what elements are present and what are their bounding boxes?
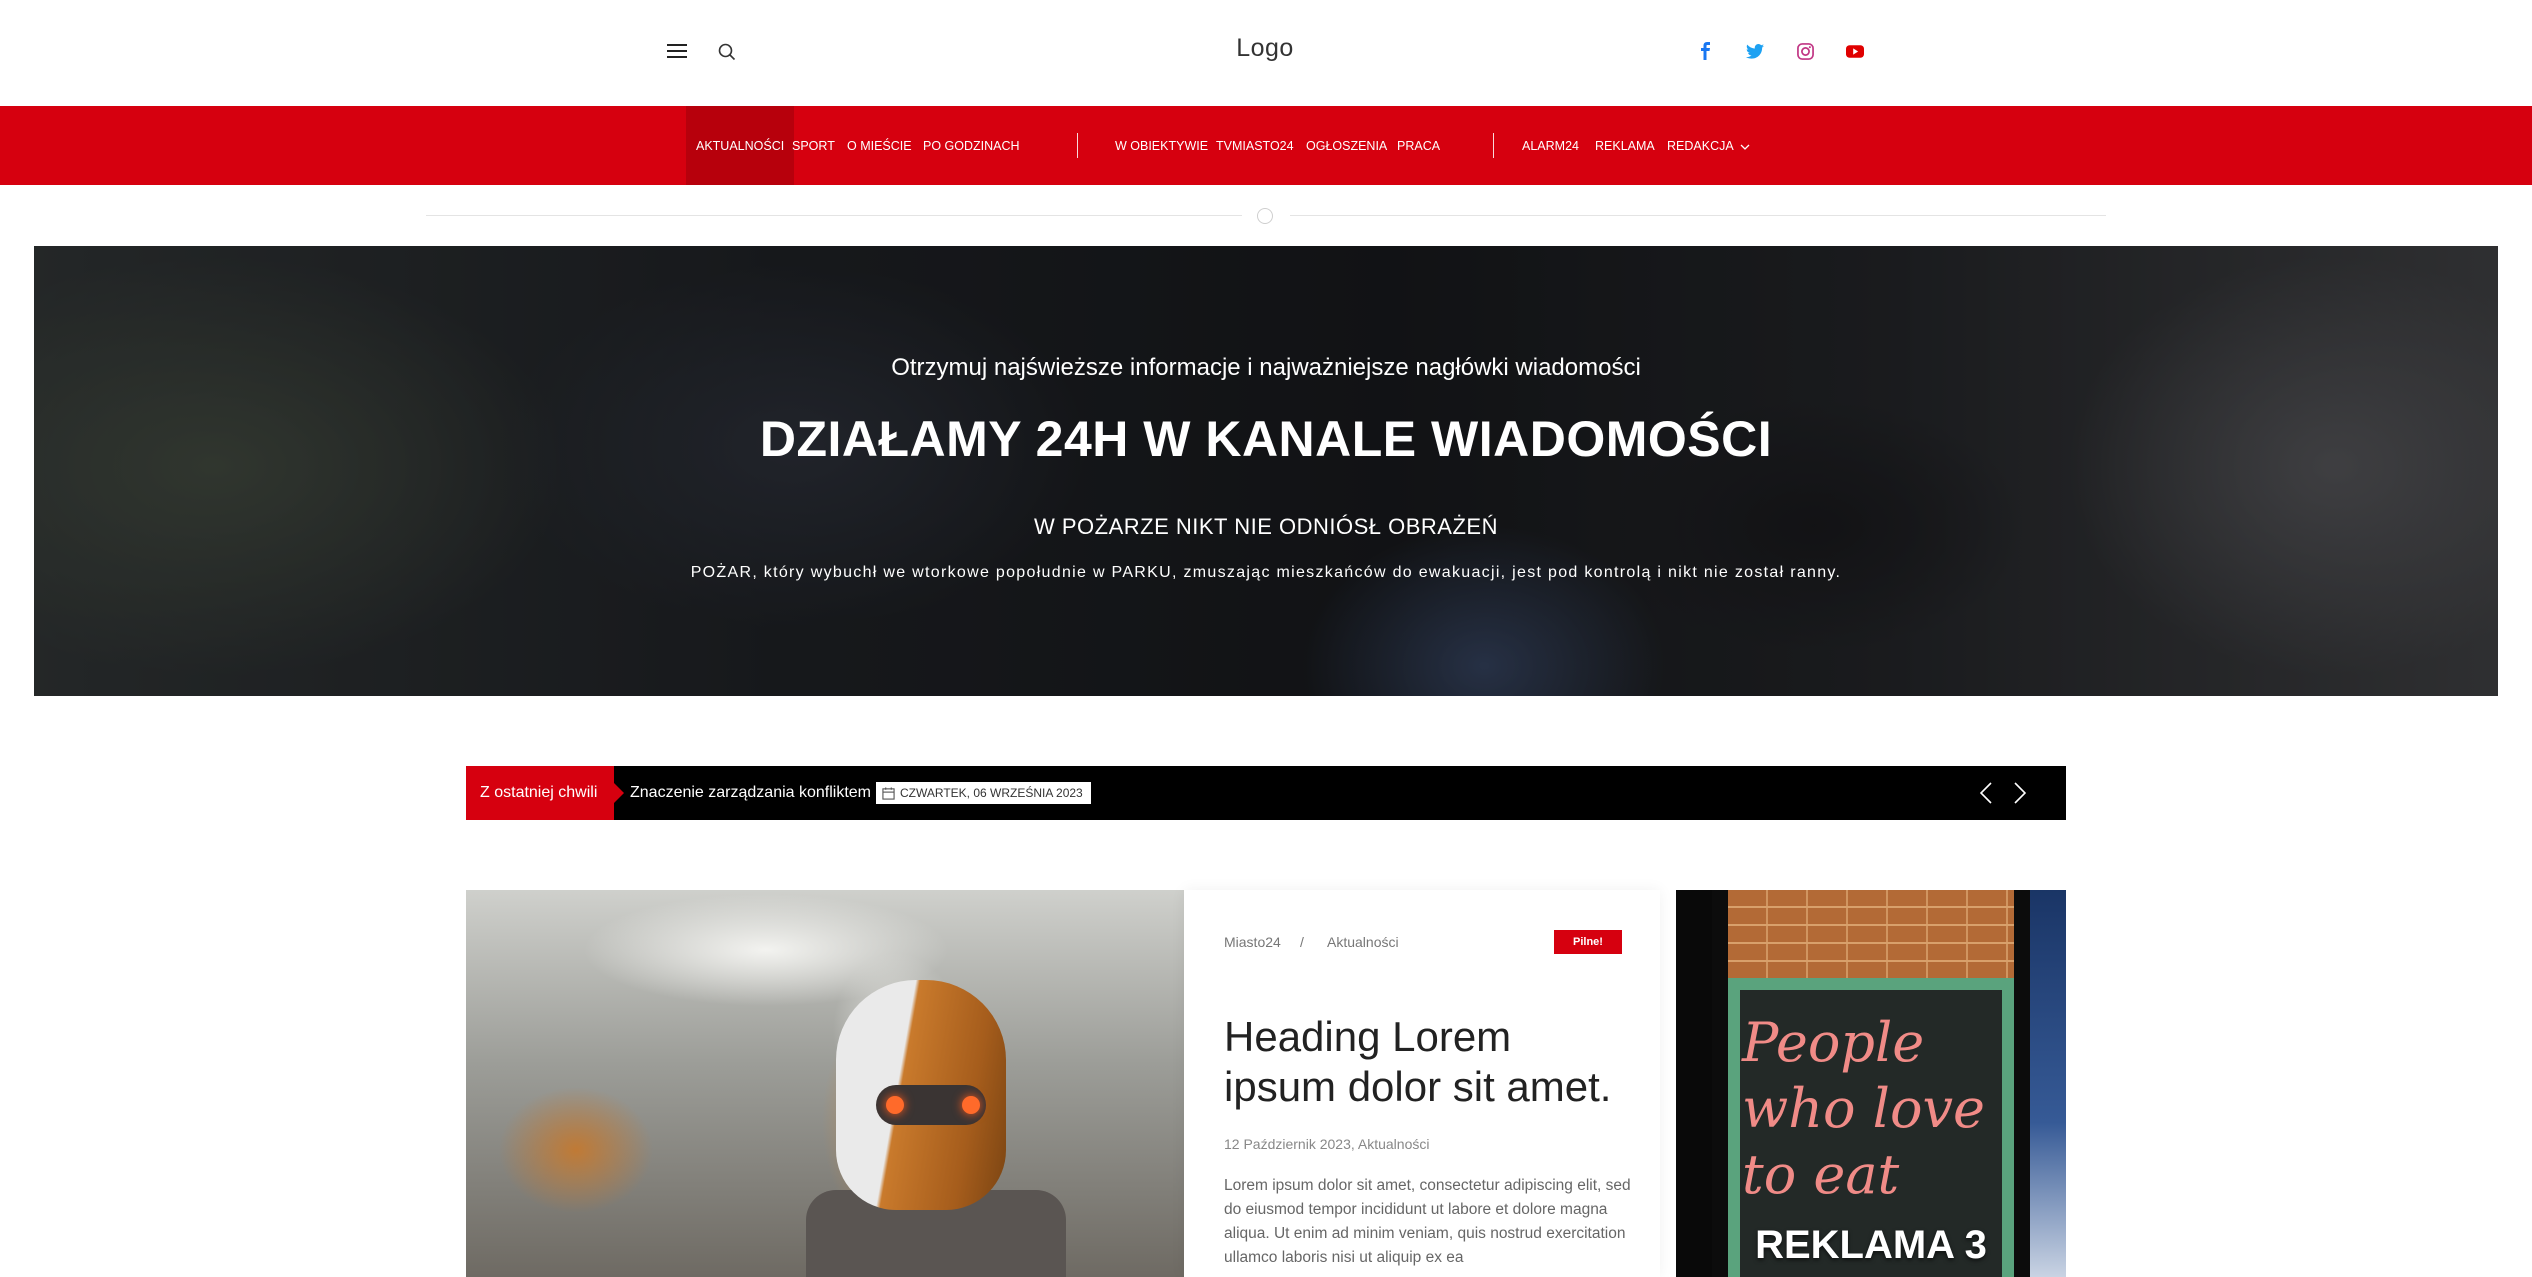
ad-brick-wall	[1728, 890, 2014, 978]
section-divider	[426, 215, 1242, 216]
article-excerpt: Lorem ipsum dolor sit amet, consectetur …	[1224, 1177, 1631, 1266]
ad-label: REKLAMA 3	[1755, 1223, 1987, 1267]
chevron-right-icon[interactable]	[2006, 779, 2034, 807]
nav-item-w-obiektywie[interactable]: W OBIEKTYWIE	[1115, 106, 1208, 185]
nav-item-reklama[interactable]: REKLAMA	[1595, 106, 1655, 185]
nav-item-ogloszenia[interactable]: OGŁOSZENIA	[1306, 106, 1387, 185]
instagram-icon[interactable]	[1790, 36, 1820, 66]
ad-side-panel	[2030, 890, 2066, 1277]
ad-chalk-text: People who love to eat	[1742, 1011, 1985, 1206]
nav-item-po-godzinach[interactable]: PO GODZINACH	[923, 106, 1020, 185]
hero-subtitle: Otrzymuj najświeższe informacje i najważ…	[891, 354, 1641, 381]
chevron-left-icon[interactable]	[1972, 779, 2000, 807]
nav-item-praca[interactable]: PRACA	[1397, 106, 1440, 185]
article-image[interactable]	[466, 890, 1184, 1277]
facebook-icon[interactable]	[1690, 36, 1720, 66]
chevron-down-icon	[1740, 139, 1750, 153]
nav-divider	[1077, 133, 1078, 158]
nav-item-alarm24[interactable]: ALARM24	[1522, 106, 1579, 185]
breadcrumb-home[interactable]: Miasto24	[1224, 934, 1281, 950]
article-meta: 12 Październik 2023, Aktualności	[1224, 1136, 1430, 1152]
section-divider	[1290, 215, 2106, 216]
calendar-icon	[882, 786, 895, 800]
nav-divider	[1493, 133, 1494, 158]
robot-eye-shape	[962, 1096, 980, 1114]
ticker-headline[interactable]: Znaczenie zarządzania konfliktem	[630, 766, 871, 820]
hero-image-overlay	[34, 246, 2498, 696]
ticker-date-text: CZWARTEK, 06 WRZEŚNIA 2023	[900, 786, 1083, 800]
article-title[interactable]: Heading Lorem ipsum dolor sit amet.	[1224, 1012, 1634, 1112]
ticker-date-badge: CZWARTEK, 06 WRZEŚNIA 2023	[876, 782, 1091, 804]
hero-title: DZIAŁAMY 24H W KANALE WIADOMOŚCI	[759, 411, 1773, 467]
nav-item-redakcja[interactable]: REDAKCJA	[1667, 106, 1750, 185]
hero-body-text: POŻAR, który wybuchł we wtorkowe popołud…	[690, 564, 1842, 581]
site-logo[interactable]: Logo	[1190, 34, 1340, 63]
nav-item-sport[interactable]: SPORT	[792, 106, 835, 185]
hero-headline[interactable]: W POŻARZE NIKT NIE ODNIÓSŁ OBRAŻEŃ	[34, 514, 2498, 540]
youtube-icon[interactable]	[1840, 36, 1870, 66]
main-navigation: AKTUALNOŚCI SPORT O MIEŚCIE PO GODZINACH…	[0, 106, 2532, 185]
hamburger-menu-icon[interactable]	[660, 38, 694, 64]
breadcrumb-section[interactable]: Aktualności	[1327, 934, 1399, 950]
nav-item-tvmiasto24[interactable]: TVMIASTO24	[1216, 106, 1294, 185]
top-header: Logo	[0, 0, 2532, 106]
twitter-icon[interactable]	[1740, 36, 1770, 66]
article-card: Miasto24 / Aktualności Pilne! Heading Lo…	[1184, 890, 1660, 1277]
search-icon[interactable]	[712, 38, 742, 66]
nav-item-label: REDAKCJA	[1667, 138, 1734, 153]
ticker-label: Z ostatniej chwili	[466, 766, 624, 820]
hero-banner: Otrzymuj najświeższe informacje i najważ…	[34, 246, 2498, 696]
robot-eye-shape	[886, 1096, 904, 1114]
nav-item-o-miescie[interactable]: O MIEŚCIE	[847, 106, 912, 185]
breaking-news-ticker: Z ostatniej chwili Znaczenie zarządzania…	[466, 766, 2066, 820]
breadcrumb-separator: /	[1300, 934, 1304, 950]
advertisement-banner[interactable]: People who love to eat REKLAMA 3	[1676, 890, 2066, 1277]
ad-side-panel	[1676, 890, 1712, 1277]
urgent-badge: Pilne!	[1554, 930, 1622, 954]
divider-ornament	[1257, 208, 1273, 224]
nav-item-aktualnosci[interactable]: AKTUALNOŚCI	[686, 106, 795, 185]
